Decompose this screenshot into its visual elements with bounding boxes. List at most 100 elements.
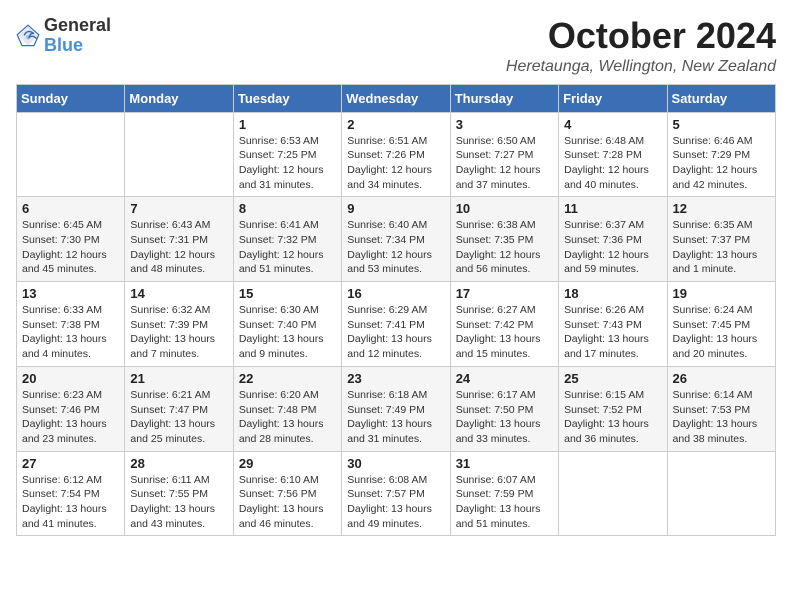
day-info: Sunrise: 6:50 AMSunset: 7:27 PMDaylight:…	[456, 134, 553, 193]
calendar-cell: 11Sunrise: 6:37 AMSunset: 7:36 PMDayligh…	[559, 197, 667, 282]
day-info: Sunrise: 6:08 AMSunset: 7:57 PMDaylight:…	[347, 473, 444, 532]
calendar-cell: 3 Sunrise: 6:50 AMSunset: 7:27 PMDaylight…	[450, 112, 558, 197]
day-info: Sunrise: 6:18 AMSunset: 7:49 PMDaylight:…	[347, 388, 444, 447]
day-info: Sunrise: 6:17 AMSunset: 7:50 PMDaylight:…	[456, 388, 553, 447]
day-number: 17	[456, 286, 553, 301]
day-number: 31	[456, 456, 553, 471]
day-number: 27	[22, 456, 119, 471]
day-number: 10	[456, 201, 553, 216]
day-info: Sunrise: 6:20 AMSunset: 7:48 PMDaylight:…	[239, 388, 336, 447]
day-number: 21	[130, 371, 227, 386]
day-info: Sunrise: 6:38 AMSunset: 7:35 PMDaylight:…	[456, 218, 553, 277]
calendar-cell: 13Sunrise: 6:33 AMSunset: 7:38 PMDayligh…	[17, 282, 125, 367]
calendar-cell: 16 Sunrise: 6:29 AMSunset: 7:41 PMDayligh…	[342, 282, 450, 367]
day-info: Sunrise: 6:45 AMSunset: 7:30 PMDaylight:…	[22, 218, 119, 277]
calendar-week-2: 6 Sunrise: 6:45 AMSunset: 7:30 PMDaylight…	[17, 197, 776, 282]
day-number: 1	[239, 117, 336, 132]
day-number: 23	[347, 371, 444, 386]
calendar-cell: 28Sunrise: 6:11 AMSunset: 7:55 PMDayligh…	[125, 451, 233, 536]
col-sunday: Sunday	[17, 84, 125, 112]
col-saturday: Saturday	[667, 84, 775, 112]
day-info: Sunrise: 6:46 AMSunset: 7:29 PMDaylight:…	[673, 134, 770, 193]
day-info: Sunrise: 6:41 AMSunset: 7:32 PMDaylight:…	[239, 218, 336, 277]
calendar-cell	[559, 451, 667, 536]
day-info: Sunrise: 6:35 AMSunset: 7:37 PMDaylight:…	[673, 218, 770, 277]
calendar-cell: 17 Sunrise: 6:27 AMSunset: 7:42 PMDayligh…	[450, 282, 558, 367]
day-info: Sunrise: 6:29 AMSunset: 7:41 PMDaylight:…	[347, 303, 444, 362]
calendar-cell: 24 Sunrise: 6:17 AMSunset: 7:50 PMDayligh…	[450, 366, 558, 451]
calendar-cell: 4 Sunrise: 6:48 AMSunset: 7:28 PMDaylight…	[559, 112, 667, 197]
logo-blue: Blue	[44, 36, 111, 56]
calendar-cell: 5 Sunrise: 6:46 AMSunset: 7:29 PMDaylight…	[667, 112, 775, 197]
day-info: Sunrise: 6:10 AMSunset: 7:56 PMDaylight:…	[239, 473, 336, 532]
day-info: Sunrise: 6:26 AMSunset: 7:43 PMDaylight:…	[564, 303, 661, 362]
calendar-table: Sunday Monday Tuesday Wednesday Thursday…	[16, 84, 776, 537]
month-title: October 2024	[506, 16, 776, 56]
calendar-cell: 1 Sunrise: 6:53 AMSunset: 7:25 PMDaylight…	[233, 112, 341, 197]
calendar-cell: 20 Sunrise: 6:23 AMSunset: 7:46 PMDayligh…	[17, 366, 125, 451]
day-number: 14	[130, 286, 227, 301]
day-number: 12	[673, 201, 770, 216]
title-block: October 2024 Heretaunga, Wellington, New…	[506, 16, 776, 76]
calendar-cell	[125, 112, 233, 197]
day-number: 15	[239, 286, 336, 301]
calendar-cell: 19Sunrise: 6:24 AMSunset: 7:45 PMDayligh…	[667, 282, 775, 367]
header: General Blue October 2024 Heretaunga, We…	[16, 16, 776, 76]
col-monday: Monday	[125, 84, 233, 112]
day-number: 6	[22, 201, 119, 216]
calendar-cell: 9 Sunrise: 6:40 AMSunset: 7:34 PMDaylight…	[342, 197, 450, 282]
day-info: Sunrise: 6:43 AMSunset: 7:31 PMDaylight:…	[130, 218, 227, 277]
calendar-cell: 27 Sunrise: 6:12 AMSunset: 7:54 PMDayligh…	[17, 451, 125, 536]
day-info: Sunrise: 6:24 AMSunset: 7:45 PMDaylight:…	[673, 303, 770, 362]
day-info: Sunrise: 6:12 AMSunset: 7:54 PMDaylight:…	[22, 473, 119, 532]
day-number: 2	[347, 117, 444, 132]
day-info: Sunrise: 6:53 AMSunset: 7:25 PMDaylight:…	[239, 134, 336, 193]
logo-icon	[16, 24, 40, 48]
day-number: 20	[22, 371, 119, 386]
day-number: 18	[564, 286, 661, 301]
calendar-cell: 18 Sunrise: 6:26 AMSunset: 7:43 PMDayligh…	[559, 282, 667, 367]
day-info: Sunrise: 6:23 AMSunset: 7:46 PMDaylight:…	[22, 388, 119, 447]
day-number: 8	[239, 201, 336, 216]
calendar-cell: 23 Sunrise: 6:18 AMSunset: 7:49 PMDayligh…	[342, 366, 450, 451]
day-number: 16	[347, 286, 444, 301]
day-number: 22	[239, 371, 336, 386]
day-info: Sunrise: 6:14 AMSunset: 7:53 PMDaylight:…	[673, 388, 770, 447]
day-number: 4	[564, 117, 661, 132]
day-info: Sunrise: 6:51 AMSunset: 7:26 PMDaylight:…	[347, 134, 444, 193]
calendar-cell: 25Sunrise: 6:15 AMSunset: 7:52 PMDayligh…	[559, 366, 667, 451]
day-info: Sunrise: 6:07 AMSunset: 7:59 PMDaylight:…	[456, 473, 553, 532]
day-number: 3	[456, 117, 553, 132]
col-friday: Friday	[559, 84, 667, 112]
day-info: Sunrise: 6:40 AMSunset: 7:34 PMDaylight:…	[347, 218, 444, 277]
day-info: Sunrise: 6:48 AMSunset: 7:28 PMDaylight:…	[564, 134, 661, 193]
calendar-cell: 7 Sunrise: 6:43 AMSunset: 7:31 PMDaylight…	[125, 197, 233, 282]
day-info: Sunrise: 6:11 AMSunset: 7:55 PMDaylight:…	[130, 473, 227, 532]
col-wednesday: Wednesday	[342, 84, 450, 112]
day-number: 5	[673, 117, 770, 132]
calendar-cell	[667, 451, 775, 536]
calendar-cell: 30Sunrise: 6:08 AMSunset: 7:57 PMDayligh…	[342, 451, 450, 536]
header-row: Sunday Monday Tuesday Wednesday Thursday…	[17, 84, 776, 112]
day-info: Sunrise: 6:27 AMSunset: 7:42 PMDaylight:…	[456, 303, 553, 362]
day-info: Sunrise: 6:33 AMSunset: 7:38 PMDaylight:…	[22, 303, 119, 362]
day-number: 26	[673, 371, 770, 386]
calendar-cell: 14Sunrise: 6:32 AMSunset: 7:39 PMDayligh…	[125, 282, 233, 367]
calendar-cell: 26 Sunrise: 6:14 AMSunset: 7:53 PMDayligh…	[667, 366, 775, 451]
day-number: 7	[130, 201, 227, 216]
calendar-week-1: 1 Sunrise: 6:53 AMSunset: 7:25 PMDaylight…	[17, 112, 776, 197]
day-number: 24	[456, 371, 553, 386]
day-number: 29	[239, 456, 336, 471]
calendar-week-3: 13Sunrise: 6:33 AMSunset: 7:38 PMDayligh…	[17, 282, 776, 367]
day-number: 9	[347, 201, 444, 216]
logo-general: General	[44, 16, 111, 36]
calendar-header: Sunday Monday Tuesday Wednesday Thursday…	[17, 84, 776, 112]
calendar-cell: 12 Sunrise: 6:35 AMSunset: 7:37 PMDayligh…	[667, 197, 775, 282]
calendar-cell: 2 Sunrise: 6:51 AMSunset: 7:26 PMDaylight…	[342, 112, 450, 197]
day-info: Sunrise: 6:37 AMSunset: 7:36 PMDaylight:…	[564, 218, 661, 277]
calendar-cell: 10 Sunrise: 6:38 AMSunset: 7:35 PMDayligh…	[450, 197, 558, 282]
location-subtitle: Heretaunga, Wellington, New Zealand	[506, 58, 776, 76]
calendar-cell: 22 Sunrise: 6:20 AMSunset: 7:48 PMDayligh…	[233, 366, 341, 451]
day-info: Sunrise: 6:21 AMSunset: 7:47 PMDaylight:…	[130, 388, 227, 447]
calendar-cell: 31 Sunrise: 6:07 AMSunset: 7:59 PMDayligh…	[450, 451, 558, 536]
